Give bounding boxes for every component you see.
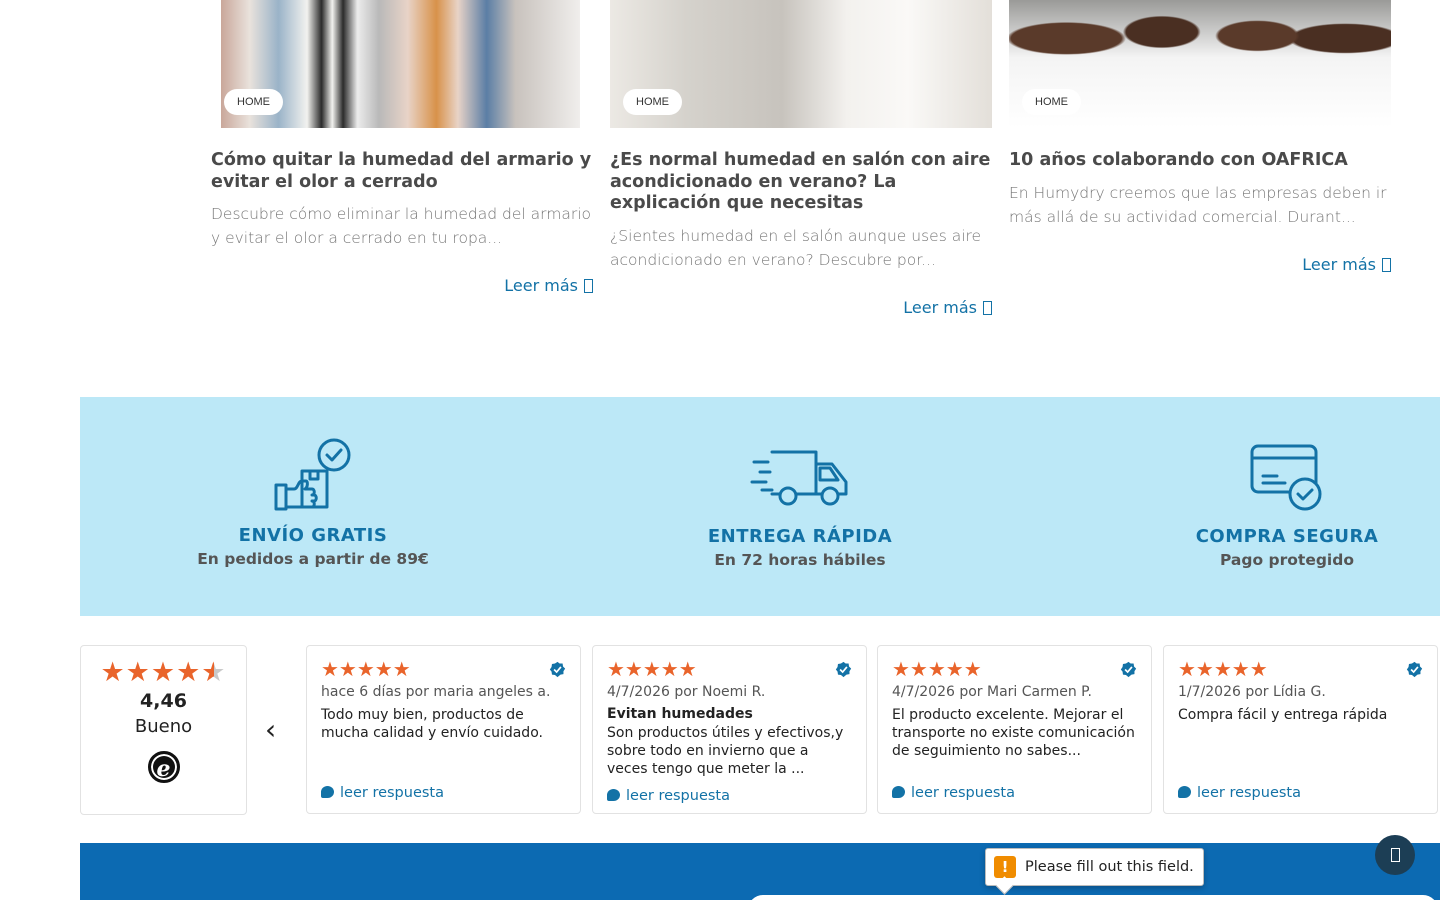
blog-title[interactable]: Cómo quitar la humedad del armario y evi… (211, 150, 593, 193)
carousel-prev-button[interactable]: ‹ (265, 716, 276, 744)
trusted-shops-logo[interactable]: e (147, 751, 180, 783)
blog-image[interactable]: HOME (211, 0, 593, 128)
blog-excerpt: ¿Sientes humedad en el salón aunque uses… (610, 226, 982, 269)
read-reply-link[interactable]: leer respuesta (892, 785, 1015, 801)
comment-icon (607, 789, 620, 801)
review-body: Todo muy bien, productos de mucha calida… (321, 707, 543, 741)
rating-score: 4,46 (140, 690, 187, 712)
validation-message: Please fill out this field. (1025, 859, 1194, 875)
secure-card-icon (1250, 444, 1322, 511)
arrow-up-icon (1390, 848, 1400, 862)
rating-label: Bueno (134, 716, 193, 737)
package-check-icon (274, 438, 351, 511)
read-more-link[interactable]: Leer más (1009, 255, 1391, 274)
verified-check-icon (1406, 661, 1423, 678)
verified-check-icon (549, 661, 566, 678)
validation-tooltip: ! Please fill out this field. (985, 848, 1204, 886)
blog-excerpt: En Humydry creemos que las empresas debe… (1009, 183, 1387, 226)
comment-icon (892, 786, 905, 798)
fast-truck-icon (750, 450, 848, 506)
arrow-icon (983, 300, 992, 315)
review-stars: ★★★★★ (892, 657, 982, 681)
review-meta: hace 6 días por maria angeles a. (321, 684, 551, 700)
review-stars: ★★★★★ (1178, 657, 1268, 681)
rating-stars: ★★★★★ (100, 657, 227, 688)
review-meta: 1/7/2026 por Lídia G. (1178, 684, 1326, 700)
review-card: ★★★★★ 4/7/2026 por Mari Carmen P. El pro… (877, 645, 1152, 814)
verified-check-icon (835, 661, 852, 678)
arrow-icon (584, 279, 593, 293)
review-meta: 4/7/2026 por Mari Carmen P. (892, 684, 1092, 700)
blog-section: HOME Cómo quitar la humedad del armario … (0, 0, 1440, 340)
read-reply-link[interactable]: leer respuesta (1178, 785, 1301, 801)
newsletter-email-input[interactable] (748, 895, 1438, 900)
review-body: Son productos útiles y efectivos,y sobre… (607, 725, 844, 777)
benefit-subtitle: En pedidos a partir de 89€ (197, 550, 429, 568)
newsletter-band (80, 843, 1440, 900)
warning-icon: ! (994, 856, 1016, 878)
category-badge[interactable]: HOME (1022, 89, 1081, 115)
comment-icon (321, 786, 334, 798)
read-more-link[interactable]: Leer más (610, 298, 992, 317)
benefits-band: ENVÍO GRATIS En pedidos a partir de 89€ … (80, 397, 1440, 616)
benefit-title: ENVÍO GRATIS (238, 525, 388, 546)
review-card: ★★★★★ 1/7/2026 por Lídia G. Compra fácil… (1163, 645, 1438, 814)
review-title: Evitan humedades (607, 706, 753, 722)
benefit-free-shipping: ENVÍO GRATIS En pedidos a partir de 89€ (133, 437, 493, 568)
blog-image[interactable]: HOME (1009, 0, 1391, 128)
review-body: El producto excelente. Mejorar el transp… (892, 707, 1135, 759)
read-more-link[interactable]: Leer más (211, 276, 593, 295)
benefit-secure-purchase: COMPRA SEGURA Pago protegido (1107, 438, 1440, 569)
scroll-to-top-button[interactable] (1375, 835, 1415, 875)
verified-check-icon (1120, 661, 1137, 678)
review-card: ★★★★★ hace 6 días por maria angeles a. T… (306, 645, 581, 814)
blog-title[interactable]: 10 años colaborando con OAFRICA (1009, 150, 1391, 172)
review-body: Compra fácil y entrega rápida (1178, 707, 1388, 723)
review-card: ★★★★★ 4/7/2026 por Noemi R. Evitan humed… (592, 645, 867, 814)
category-badge[interactable]: HOME (224, 89, 283, 115)
rating-summary[interactable]: ★★★★★ 4,46 Bueno e (80, 645, 247, 815)
blog-card[interactable]: HOME Cómo quitar la humedad del armario … (211, 0, 593, 295)
read-reply-link[interactable]: leer respuesta (321, 785, 444, 801)
blog-card[interactable]: HOME 10 años colaborando con OAFRICA En … (1009, 0, 1391, 274)
review-stars: ★★★★★ (321, 657, 411, 681)
comment-icon (1178, 786, 1191, 798)
benefit-subtitle: En 72 horas hábiles (714, 551, 886, 569)
benefit-title: COMPRA SEGURA (1195, 526, 1379, 547)
blog-card[interactable]: HOME ¿Es normal humedad en salón con air… (610, 0, 992, 317)
blog-title[interactable]: ¿Es normal humedad en salón con aire aco… (610, 150, 992, 215)
benefit-title: ENTREGA RÁPIDA (707, 526, 893, 547)
review-meta: 4/7/2026 por Noemi R. (607, 684, 766, 700)
read-reply-link[interactable]: leer respuesta (607, 788, 730, 804)
half-star-icon: ★ (201, 657, 227, 688)
arrow-icon (1382, 257, 1391, 272)
benefit-subtitle: Pago protegido (1219, 551, 1354, 569)
blog-excerpt: Descubre cómo eliminar la humedad del ar… (211, 205, 591, 247)
benefit-fast-delivery: ENTREGA RÁPIDA En 72 horas hábiles (620, 438, 980, 569)
review-stars: ★★★★★ (607, 657, 697, 681)
category-badge[interactable]: HOME (623, 89, 682, 115)
blog-image[interactable]: HOME (610, 0, 992, 128)
